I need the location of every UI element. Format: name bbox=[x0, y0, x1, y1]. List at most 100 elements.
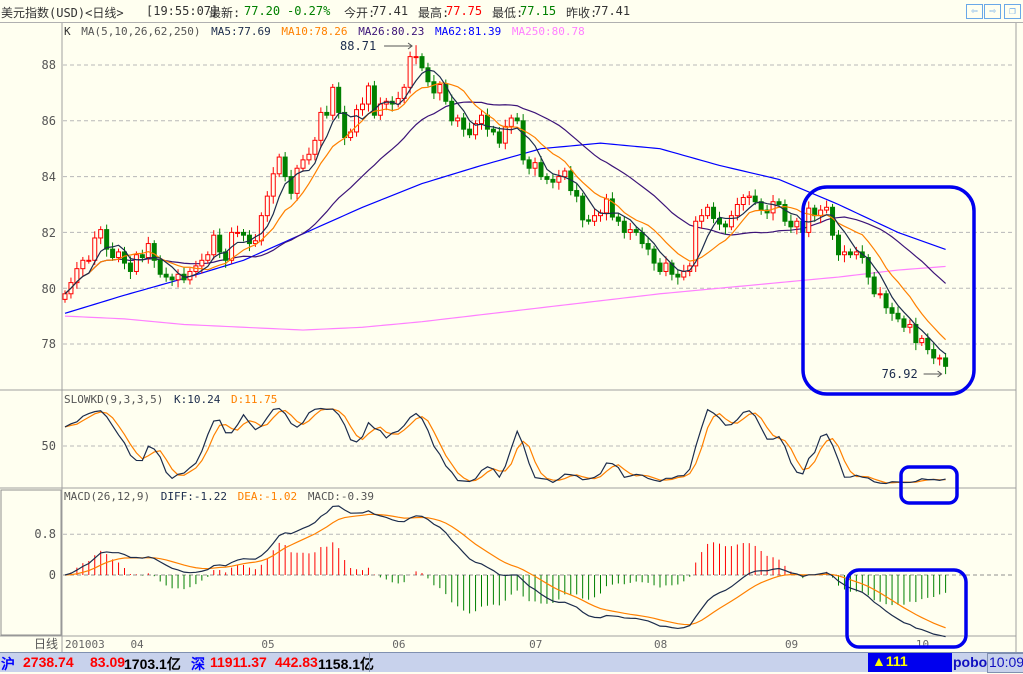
candle bbox=[889, 307, 895, 314]
x-tick-label: 09 bbox=[785, 638, 798, 651]
last-label: 最新: bbox=[209, 6, 241, 20]
candle bbox=[615, 216, 621, 222]
shanghai-change: 83.09 bbox=[90, 654, 126, 670]
kd-name: SLOWKD(9,3,3,5) bbox=[64, 393, 164, 406]
candle bbox=[514, 117, 520, 122]
shenzhen-volume: 1158.1亿 bbox=[318, 656, 375, 672]
restore-window-icon[interactable]: ❐ bbox=[1004, 4, 1021, 19]
candle bbox=[931, 349, 937, 359]
arrow-right-icon[interactable]: ⇨ bbox=[984, 4, 1001, 19]
candle bbox=[449, 100, 455, 122]
candle bbox=[104, 229, 110, 250]
low-price: 77.15 bbox=[520, 4, 557, 18]
candle bbox=[508, 117, 514, 127]
candle bbox=[883, 293, 889, 309]
candle bbox=[496, 131, 502, 144]
candle bbox=[520, 120, 526, 161]
instrument-title: 美元指数(USD)<日线> bbox=[1, 6, 124, 20]
candle bbox=[354, 109, 360, 133]
x-tick-label: 10 bbox=[916, 638, 929, 651]
candle bbox=[282, 156, 288, 178]
candle bbox=[110, 248, 116, 259]
candle bbox=[925, 337, 931, 351]
x-tick-label: 201003 bbox=[65, 638, 105, 651]
candle bbox=[199, 259, 205, 267]
ma250-value: MA250:80.78 bbox=[511, 25, 585, 38]
candle bbox=[157, 259, 163, 275]
alert-counter[interactable]: ▲111 bbox=[868, 653, 952, 672]
candle bbox=[116, 251, 122, 259]
brand-logo: pobo bbox=[953, 654, 988, 670]
title-bar: 美元指数(USD)<日线> [19:55:07] 最新: 77.20 -0.27… bbox=[0, 0, 1023, 23]
candle bbox=[365, 85, 371, 105]
candle bbox=[919, 337, 925, 344]
y-tick-label: 88 bbox=[42, 58, 56, 72]
ma250-line bbox=[64, 265, 946, 331]
ma62-value: MA62:81.39 bbox=[435, 25, 502, 38]
candle bbox=[324, 111, 330, 116]
candle bbox=[217, 234, 223, 253]
candle bbox=[675, 273, 681, 278]
candle bbox=[937, 357, 943, 360]
candle bbox=[603, 198, 609, 214]
candle bbox=[627, 229, 633, 233]
candle bbox=[330, 86, 336, 116]
x-tick-label: 05 bbox=[261, 638, 274, 651]
period-label: 日线 bbox=[34, 637, 58, 651]
macd-dea-line bbox=[64, 513, 946, 629]
x-tick-label: 06 bbox=[392, 638, 405, 651]
candle bbox=[532, 162, 538, 169]
candle bbox=[645, 243, 651, 250]
high-marker-arrow-icon bbox=[384, 42, 413, 50]
y-tick-label: 78 bbox=[42, 337, 56, 351]
annotation-box-kd bbox=[899, 465, 959, 505]
macd-panel bbox=[64, 505, 947, 638]
y-tick-label: 82 bbox=[42, 226, 56, 240]
prev-close-label: 昨收: bbox=[566, 6, 598, 20]
k-label: K bbox=[64, 25, 71, 38]
change-pct: -0.27% bbox=[287, 4, 331, 18]
ma250-path bbox=[64, 265, 946, 331]
clock: 10:09 bbox=[987, 653, 1023, 673]
candle bbox=[580, 195, 586, 221]
candle bbox=[871, 276, 877, 295]
kd-legend: SLOWKD(9,3,3,5) K:10.24 D:11.75 bbox=[64, 393, 281, 406]
candle bbox=[770, 201, 776, 214]
candle bbox=[98, 229, 104, 239]
candle bbox=[419, 56, 425, 69]
candle bbox=[294, 167, 300, 194]
candle bbox=[163, 273, 169, 278]
macd-diff-line bbox=[64, 505, 946, 638]
candle bbox=[651, 248, 657, 264]
candle bbox=[86, 259, 92, 262]
candle bbox=[847, 251, 853, 256]
candle bbox=[300, 159, 306, 169]
arrow-left-icon[interactable]: ⇦ bbox=[966, 4, 983, 19]
high-label: 最高: bbox=[418, 6, 450, 20]
candle bbox=[621, 220, 627, 233]
candle bbox=[241, 231, 246, 236]
x-tick-label: 07 bbox=[529, 638, 542, 651]
candle bbox=[788, 220, 794, 228]
candle bbox=[592, 215, 598, 222]
high-marker-label: 88.71 bbox=[340, 39, 376, 53]
kd-tick-label: 50 bbox=[42, 439, 56, 453]
ma-params: MA(5,10,26,62,250) bbox=[81, 25, 201, 38]
low-marker-label: 76.92 bbox=[882, 367, 918, 381]
shanghai-index: 2738.74 bbox=[23, 654, 74, 670]
shanghai-volume: 1703.1亿 bbox=[124, 656, 181, 672]
candle bbox=[728, 215, 734, 228]
candle bbox=[734, 204, 740, 217]
candle bbox=[258, 215, 264, 242]
candle bbox=[270, 173, 276, 197]
candle bbox=[895, 312, 901, 320]
shenzhen-label: 深 bbox=[191, 656, 205, 672]
candle bbox=[205, 254, 211, 261]
candle bbox=[62, 293, 68, 300]
prev-close-price: 77.41 bbox=[594, 4, 631, 18]
candle bbox=[312, 139, 318, 155]
macd-value: MACD:-0.39 bbox=[307, 490, 375, 503]
candle bbox=[877, 293, 883, 296]
x-tick-label: 08 bbox=[654, 638, 667, 651]
candle bbox=[336, 86, 342, 113]
